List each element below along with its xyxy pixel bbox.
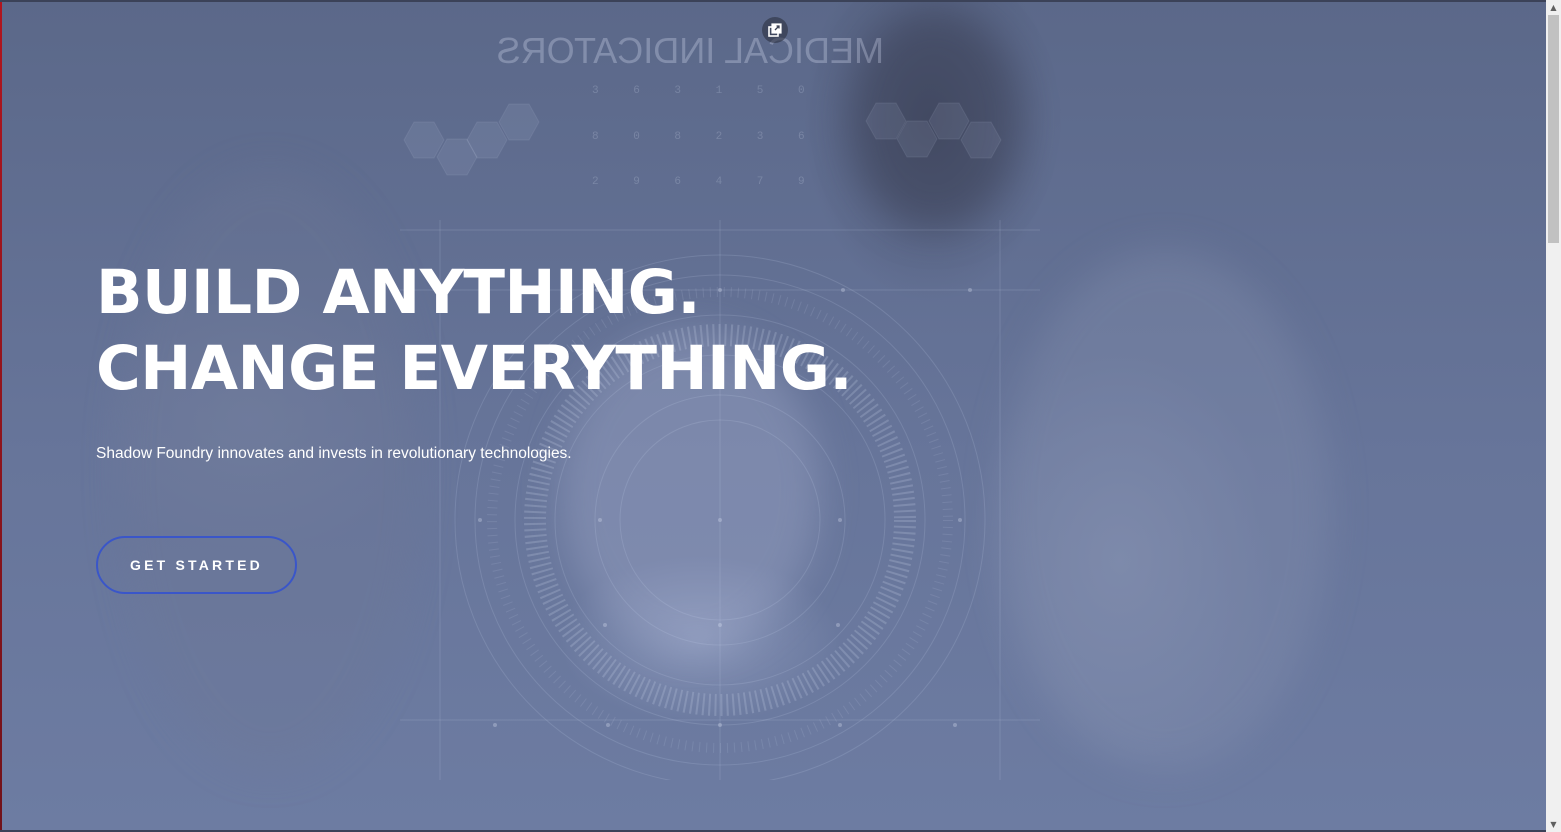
hero-subtitle: Shadow Foundry innovates and invests in …: [96, 445, 572, 462]
get-started-button[interactable]: GET STARTED: [96, 536, 297, 594]
hero-section: MEDICAL INDICATORS 3 6 3 1 5 0 8 0 8 2 3…: [0, 0, 1546, 832]
top-border: [0, 0, 1546, 2]
external-window-icon[interactable]: [762, 17, 788, 43]
vertical-scrollbar[interactable]: ▲ ▼: [1546, 0, 1561, 832]
left-border: [0, 0, 2, 832]
headline-line-2: CHANGE EVERYTHING.: [96, 333, 853, 404]
chevron-down-icon[interactable]: ▼: [1546, 817, 1561, 832]
scrollbar-thumb[interactable]: [1548, 15, 1559, 243]
hero-headline: BUILD ANYTHING. CHANGE EVERYTHING.: [96, 255, 853, 407]
chevron-up-icon[interactable]: ▲: [1546, 0, 1561, 15]
headline-line-1: BUILD ANYTHING.: [96, 257, 701, 328]
